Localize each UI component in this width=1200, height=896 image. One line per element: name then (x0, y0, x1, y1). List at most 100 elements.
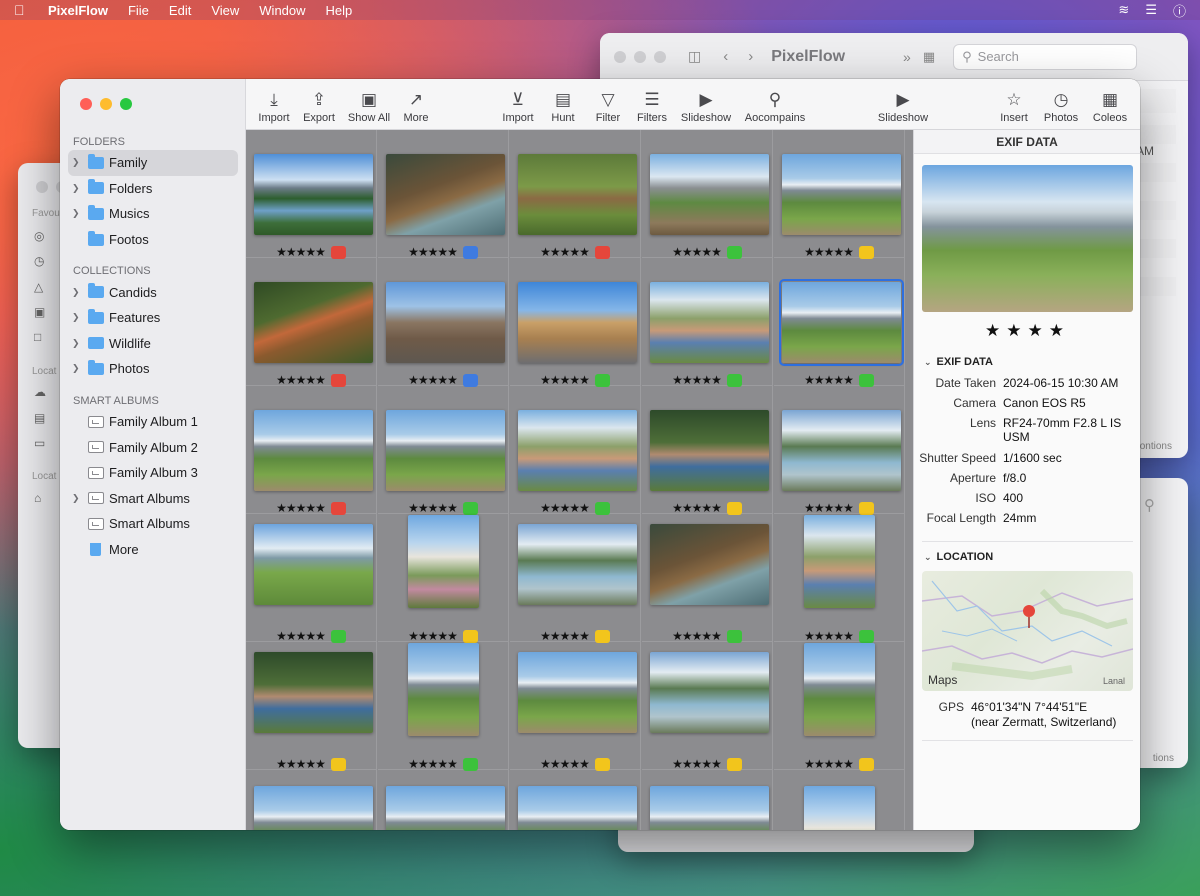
photo-cell[interactable]: ★★★★★ (378, 514, 509, 643)
star-rating[interactable]: ★★★★★ (540, 373, 590, 387)
star-rating[interactable]: ★★★★★ (276, 373, 326, 387)
photo-cell[interactable] (246, 770, 377, 830)
star-rating[interactable]: ★★★★★ (408, 245, 458, 259)
star-rating[interactable]: ★★★★★ (804, 373, 854, 387)
photo-thumbnail[interactable] (650, 652, 769, 733)
photo-thumbnail[interactable] (779, 279, 904, 366)
star-rating[interactable]: ★★★★★ (804, 757, 854, 771)
sidebar-item-musics[interactable]: ❯ Musics (68, 201, 238, 227)
color-label-yellow[interactable] (594, 629, 610, 643)
folder-icon[interactable]: ▭ (34, 436, 45, 450)
zoom-button[interactable] (120, 98, 132, 110)
sidebar-item-family-album-1[interactable]: Family Album 1 (68, 409, 238, 435)
info-icon[interactable]: ⓘ (1173, 1, 1186, 20)
menu-app-name[interactable]: PixelFlow (48, 3, 108, 18)
star-rating[interactable]: ★★★★★ (540, 629, 590, 643)
color-label-green[interactable] (594, 373, 610, 387)
star-rating[interactable]: ★★★★★ (672, 757, 722, 771)
overflow-chevrons-icon[interactable]: » (903, 49, 911, 65)
star-rating[interactable]: ★★★★★ (408, 501, 458, 515)
airdrop-icon[interactable]: ◎ (34, 229, 44, 243)
sidebar-item-family-album-3[interactable]: Family Album 3 (68, 460, 238, 486)
location-section-header[interactable]: ⌄ LOCATION (924, 551, 993, 563)
cloud-icon[interactable]: ☁ (34, 385, 46, 399)
menu-window[interactable]: Window (259, 3, 305, 18)
chevron-right-icon[interactable]: ❯ (72, 312, 84, 323)
home-icon[interactable]: ⌂ (34, 491, 41, 505)
color-label-yellow[interactable] (858, 501, 874, 515)
photo-cell[interactable]: ★★★★★ (246, 514, 377, 643)
photo-cell[interactable]: ★★★★★ (642, 258, 773, 387)
star-rating[interactable]: ★★★★★ (408, 373, 458, 387)
color-label-red[interactable] (330, 501, 346, 515)
star-rating[interactable]: ★★★★★ (804, 245, 854, 259)
sidebar-item-photos[interactable]: ❯ Photos (68, 356, 238, 382)
toolbar-filters-button[interactable]: ☰ Filters (622, 89, 682, 124)
photo-cell[interactable]: ★★★★★ (378, 642, 509, 771)
photo-cell[interactable]: ★★★★★ (774, 130, 905, 259)
toolbar-aocompains-button[interactable]: ⚲ Aocompains (745, 89, 806, 124)
star-rating[interactable]: ★★★★★ (540, 245, 590, 259)
photo-thumbnail[interactable] (254, 652, 373, 733)
star-rating[interactable]: ★★★★★ (672, 501, 722, 515)
sidebar-item-smart-albums[interactable]: ❯ Smart Albums (68, 486, 238, 512)
color-label-green[interactable] (726, 373, 742, 387)
photo-thumbnail[interactable] (804, 786, 875, 830)
photo-thumbnail[interactable] (650, 154, 769, 235)
color-label-red[interactable] (330, 373, 346, 387)
color-label-yellow[interactable] (726, 501, 742, 515)
photo-cell[interactable]: ★★★★★ (378, 386, 509, 515)
photo-cell[interactable]: ★★★★★ (378, 130, 509, 259)
chevron-right-icon[interactable]: ❯ (72, 493, 84, 504)
star-rating[interactable]: ★★★★★ (276, 245, 326, 259)
photo-thumbnail[interactable] (254, 786, 373, 830)
sidebar-item-wildlife[interactable]: ❯ Wildlife (68, 331, 238, 357)
sidebar-item-folders[interactable]: ❯ Folders (68, 176, 238, 202)
photo-thumbnail[interactable] (386, 786, 505, 830)
color-label-yellow[interactable] (858, 245, 874, 259)
star-rating[interactable]: ★★★★★ (804, 629, 854, 643)
photo-cell[interactable]: ★★★★★ (642, 514, 773, 643)
inspector-rating[interactable]: ★★★★ (914, 321, 1140, 341)
photo-cell[interactable]: ★★★★★ (246, 642, 377, 771)
color-label-blue[interactable] (462, 373, 478, 387)
photo-cell[interactable]: ★★★★★ (510, 130, 641, 259)
documents-icon[interactable]: □ (34, 330, 41, 344)
chevron-right-icon[interactable]: ❯ (72, 338, 84, 349)
toolbar-slideshow-button[interactable]: ▶ Slideshow (676, 89, 736, 124)
zoom-dot[interactable] (654, 50, 666, 63)
chevron-right-icon[interactable]: ❯ (72, 363, 84, 374)
star-rating[interactable]: ★★★★★ (276, 629, 326, 643)
star-rating[interactable]: ★★★★★ (276, 757, 326, 771)
photo-thumbnail[interactable] (650, 786, 769, 830)
color-label-yellow[interactable] (330, 757, 346, 771)
color-label-blue[interactable] (462, 245, 478, 259)
photo-thumbnail[interactable] (518, 410, 637, 491)
color-label-yellow[interactable] (594, 757, 610, 771)
photo-thumbnail[interactable] (518, 154, 637, 235)
color-label-green[interactable] (330, 629, 346, 643)
chevron-right-icon[interactable]: ❯ (72, 157, 84, 168)
color-label-green[interactable] (594, 501, 610, 515)
color-label-red[interactable] (594, 245, 610, 259)
photo-cell[interactable]: ★★★★★ (246, 258, 377, 387)
photo-cell[interactable]: ★★★★★ (246, 386, 377, 515)
photo-thumbnail[interactable] (804, 515, 875, 608)
toolbar-slideshow-button[interactable]: ▶ Slideshow (873, 89, 933, 124)
photo-cell[interactable]: ★★★★★ (642, 642, 773, 771)
sidebar-item-features[interactable]: ❯ Features (68, 305, 238, 331)
color-label-green[interactable] (462, 501, 478, 515)
photo-thumbnail[interactable] (386, 154, 505, 235)
photo-cell[interactable]: ★★★★★ (510, 258, 641, 387)
minimize-button[interactable] (100, 98, 112, 110)
star-rating[interactable]: ★★★★★ (408, 629, 458, 643)
photo-cell[interactable]: ★★★★★ (774, 514, 905, 643)
toolbar-more-button[interactable]: ↗ More (386, 89, 446, 124)
star-rating[interactable]: ★★★★★ (276, 501, 326, 515)
photo-cell[interactable] (378, 770, 509, 830)
menu-file[interactable]: Fiie (128, 3, 149, 18)
star-rating[interactable]: ★★★★★ (672, 245, 722, 259)
star-rating[interactable]: ★★★★★ (672, 629, 722, 643)
close-dot[interactable] (614, 50, 626, 63)
sidebar-item-more[interactable]: More (68, 537, 238, 563)
